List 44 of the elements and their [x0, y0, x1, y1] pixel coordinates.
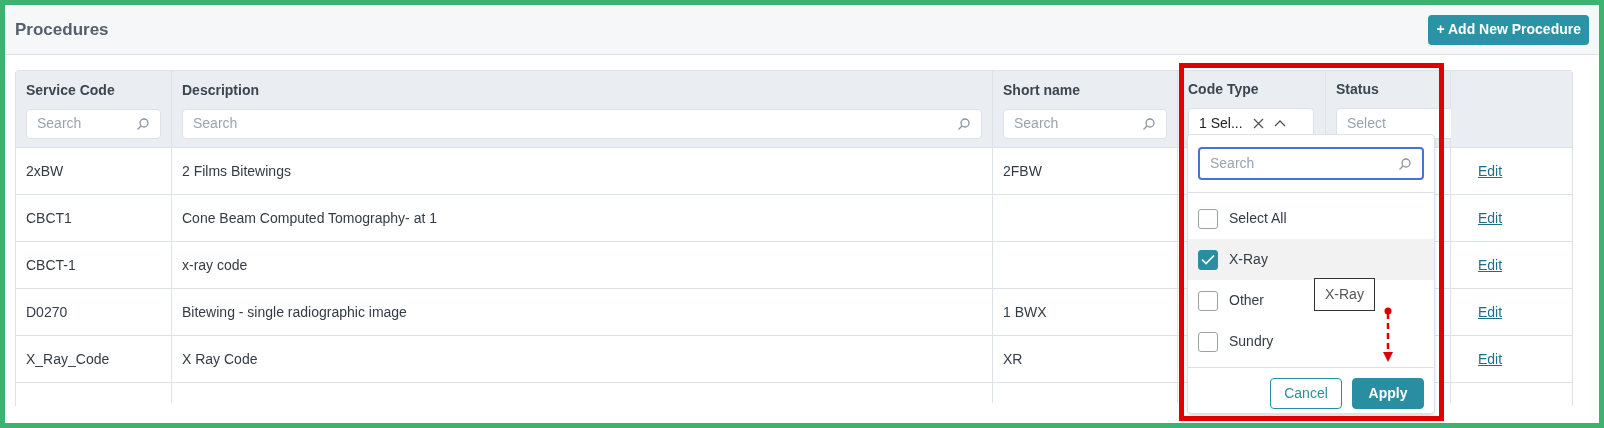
table-cell: X_Ray_Code: [16, 336, 172, 383]
search-icon: [136, 116, 150, 131]
table-cell: 2xBW: [16, 148, 172, 195]
chevron-icon[interactable]: [1273, 119, 1286, 128]
checkmark-icon: [1201, 254, 1215, 265]
tooltip: X-Ray: [1314, 278, 1375, 311]
checkbox[interactable]: [1198, 208, 1218, 229]
column-header: Code Type: [1188, 80, 1260, 99]
dropdown-option[interactable]: Sundry: [1188, 321, 1284, 362]
edit-link[interactable]: Edit: [1478, 207, 1503, 229]
dropdown-option[interactable]: X-Ray: [1188, 239, 1434, 280]
table-cell: X Ray Code: [172, 336, 993, 383]
column-header: Short name: [1003, 80, 1081, 100]
table-cell: XR: [993, 336, 1178, 383]
table-cell: 2FBW: [993, 148, 1178, 195]
apply-button[interactable]: Apply: [1352, 378, 1424, 409]
table-cell: Cone Beam Computed Tomography- at 1: [172, 195, 993, 242]
search-icon: [1398, 156, 1412, 171]
page-title: Procedures: [15, 18, 109, 41]
table-cell: 2 Films Bitewings: [172, 148, 993, 195]
dashed-arrow: [1382, 307, 1394, 363]
column-header: Status: [1336, 80, 1380, 99]
clear-icon[interactable]: [1252, 118, 1264, 129]
edit-link[interactable]: Edit: [1478, 160, 1503, 182]
search-icon: [1142, 116, 1156, 131]
column-header: Description: [182, 80, 260, 100]
table-cell: x-ray code: [172, 242, 993, 289]
edit-link[interactable]: Edit: [1478, 348, 1503, 370]
table-cell: CBCT1: [16, 195, 172, 242]
table-cell: 1 BWX: [993, 289, 1178, 336]
search-icon: [957, 116, 971, 131]
table-cell: D0270: [16, 289, 172, 336]
table-cell: Bitewing - single radiographic image: [172, 289, 993, 336]
checkbox[interactable]: [1198, 290, 1218, 311]
checkbox[interactable]: [1198, 249, 1218, 270]
checkbox[interactable]: [1198, 331, 1218, 352]
cancel-button[interactable]: Cancel: [1270, 378, 1342, 409]
add-procedure-button[interactable]: + Add New Procedure: [1428, 14, 1589, 45]
dropdown-option[interactable]: Select All: [1188, 198, 1297, 239]
dropdown-option[interactable]: Other: [1188, 280, 1274, 321]
table-cell: CBCT-1: [16, 242, 172, 289]
edit-link[interactable]: Edit: [1478, 254, 1503, 276]
column-header: Service Code: [26, 80, 116, 100]
edit-link[interactable]: Edit: [1478, 301, 1503, 323]
